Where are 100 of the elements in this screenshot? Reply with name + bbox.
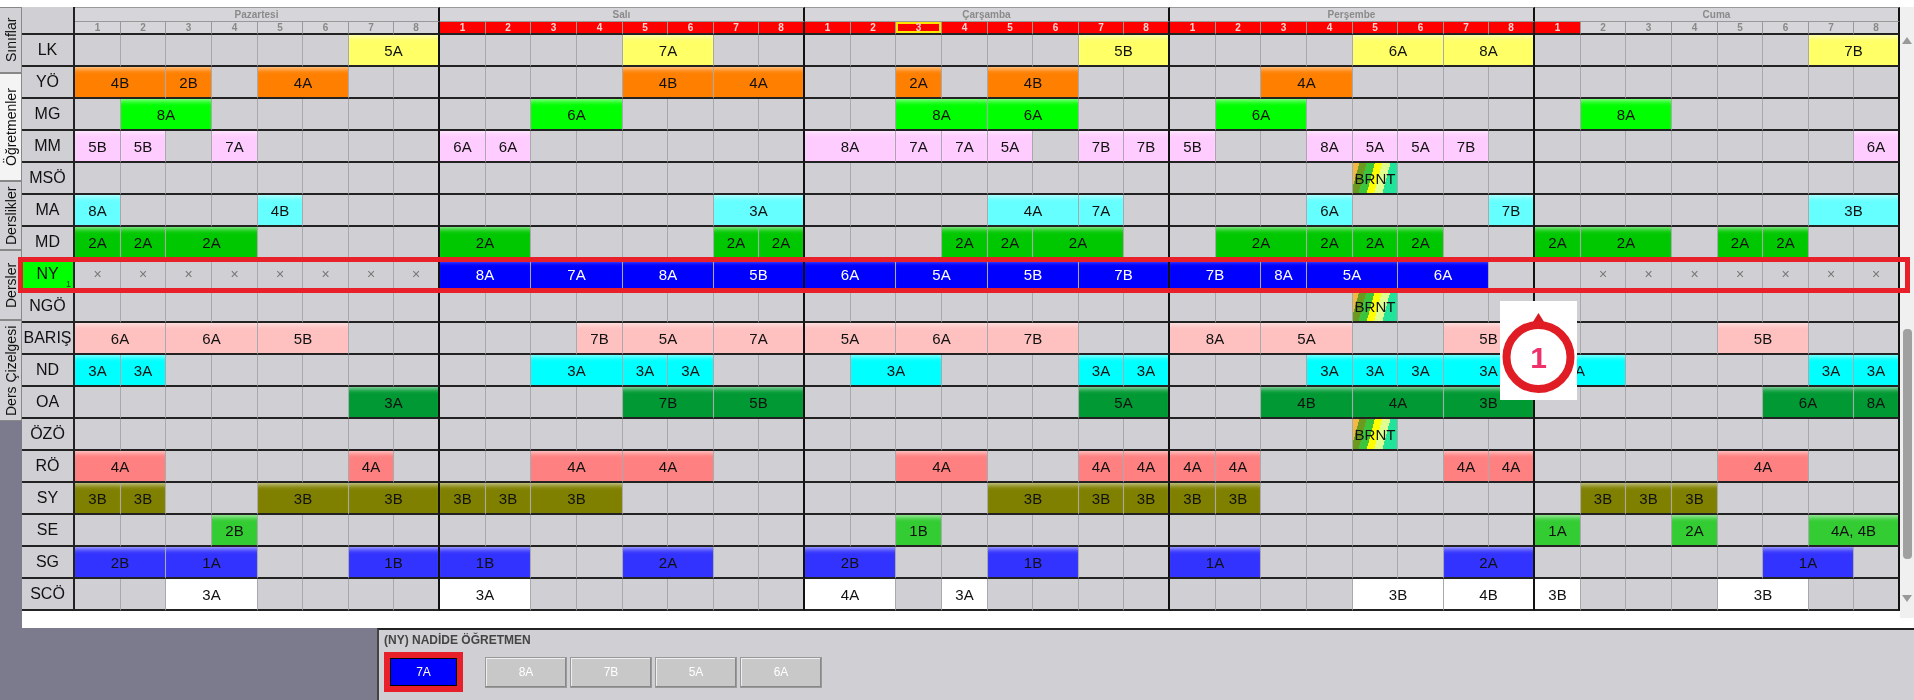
- lesson-block[interactable]: 3B: [1216, 483, 1261, 515]
- row-header[interactable]: ÖZÖ: [22, 419, 75, 451]
- lesson-block[interactable]: 6A: [1854, 131, 1900, 163]
- lesson-block[interactable]: 4A: [1718, 451, 1809, 483]
- lesson-block[interactable]: 4A: [1170, 451, 1216, 483]
- lesson-block[interactable]: 3B: [531, 483, 623, 515]
- lesson-block[interactable]: 4A: [805, 579, 896, 611]
- lesson-block[interactable]: 7A: [1079, 195, 1124, 227]
- lesson-block[interactable]: 6A: [1353, 35, 1444, 67]
- lesson-block[interactable]: 5A: [1353, 131, 1398, 163]
- lesson-block[interactable]: 8A: [896, 99, 988, 131]
- lesson-block[interactable]: 3B: [121, 483, 166, 515]
- lesson-block[interactable]: 2A: [121, 227, 166, 259]
- lesson-block[interactable]: 3A: [668, 355, 714, 387]
- row-header[interactable]: SY: [22, 483, 75, 515]
- class-button[interactable]: 7A: [390, 658, 457, 686]
- lesson-block[interactable]: 3A: [1079, 355, 1124, 387]
- lesson-block[interactable]: 3B: [1353, 579, 1444, 611]
- lesson-block[interactable]: 3B: [486, 483, 531, 515]
- lesson-block[interactable]: 3B: [349, 483, 440, 515]
- lesson-block[interactable]: 5B: [258, 323, 349, 355]
- lesson-block[interactable]: 5A: [1398, 131, 1444, 163]
- lesson-block[interactable]: 7A: [623, 35, 714, 67]
- row-header[interactable]: MSÖ: [22, 163, 75, 195]
- lesson-block[interactable]: 2A: [1535, 227, 1581, 259]
- lesson-block[interactable]: 7B: [623, 387, 714, 419]
- lesson-block[interactable]: 3A: [623, 355, 668, 387]
- lesson-block[interactable]: 6A: [486, 131, 531, 163]
- lesson-block[interactable]: 3B: [1581, 483, 1626, 515]
- lesson-block[interactable]: 6A: [531, 99, 623, 131]
- lesson-block[interactable]: 4A: [1124, 451, 1170, 483]
- lesson-block[interactable]: 7B: [1489, 195, 1535, 227]
- lesson-block[interactable]: 3B: [440, 483, 486, 515]
- lesson-block[interactable]: 2A: [1672, 515, 1718, 547]
- lesson-block[interactable]: 5A: [805, 323, 896, 355]
- lesson-block[interactable]: 5B: [1718, 323, 1809, 355]
- lesson-block[interactable]: 3A: [942, 579, 988, 611]
- lesson-block[interactable]: 1B: [896, 515, 942, 547]
- lesson-block[interactable]: 5A: [988, 131, 1033, 163]
- lesson-block[interactable]: 4A, 4B: [1809, 515, 1900, 547]
- lesson-block[interactable]: 3A: [1809, 355, 1854, 387]
- lesson-block[interactable]: 3B: [1170, 483, 1216, 515]
- row-header[interactable]: RÖ: [22, 451, 75, 483]
- lesson-block[interactable]: 2A: [1763, 227, 1809, 259]
- lesson-block[interactable]: 7A: [714, 323, 805, 355]
- lesson-block[interactable]: 6A: [988, 99, 1079, 131]
- lesson-block[interactable]: 3A: [1398, 355, 1444, 387]
- lesson-block[interactable]: 3A: [851, 355, 942, 387]
- lesson-block[interactable]: 5B: [1170, 131, 1216, 163]
- lesson-block[interactable]: 5B: [714, 387, 805, 419]
- row-header[interactable]: SG: [22, 547, 75, 579]
- lesson-block[interactable]: 4A: [1353, 387, 1444, 419]
- lesson-block[interactable]: 3B: [1718, 579, 1809, 611]
- lesson-block[interactable]: 7A: [212, 131, 258, 163]
- side-tab[interactable]: Sınıflar: [0, 7, 22, 73]
- lesson-block[interactable]: 4A: [714, 67, 805, 99]
- lesson-block[interactable]: 2A: [714, 227, 759, 259]
- lesson-block[interactable]: 3B: [258, 483, 349, 515]
- lesson-block[interactable]: 7B: [577, 323, 623, 355]
- lesson-block[interactable]: 3A: [349, 387, 440, 419]
- lesson-block[interactable]: 7B: [1444, 131, 1489, 163]
- lesson-block[interactable]: 3B: [1079, 483, 1124, 515]
- lesson-block[interactable]: 4B: [75, 67, 166, 99]
- lesson-block[interactable]: 8A: [1581, 99, 1672, 131]
- lesson-block[interactable]: 7B: [988, 323, 1079, 355]
- lesson-block[interactable]: 4A: [896, 451, 988, 483]
- side-tab[interactable]: Dersler: [0, 250, 22, 320]
- lesson-block[interactable]: 6A: [166, 323, 258, 355]
- lesson-block[interactable]: 6A: [440, 131, 486, 163]
- row-header[interactable]: SCÖ: [22, 579, 75, 611]
- lesson-block[interactable]: 7A: [896, 131, 942, 163]
- lesson-block[interactable]: 6A: [1763, 387, 1854, 419]
- row-header[interactable]: LK: [22, 35, 75, 67]
- lesson-block[interactable]: 3B: [1672, 483, 1718, 515]
- lesson-block[interactable]: 3A: [440, 579, 531, 611]
- lesson-block[interactable]: 4A: [1444, 451, 1489, 483]
- row-header[interactable]: OA: [22, 387, 75, 419]
- lesson-block[interactable]: 4B: [623, 67, 714, 99]
- lesson-block[interactable]: 4A: [258, 67, 349, 99]
- lesson-block[interactable]: 3A: [1307, 355, 1353, 387]
- lesson-block[interactable]: 3B: [1626, 483, 1672, 515]
- lesson-block[interactable]: 4A: [623, 451, 714, 483]
- lesson-block[interactable]: 3A: [531, 355, 623, 387]
- lesson-block[interactable]: 5A: [1261, 323, 1353, 355]
- lesson-block[interactable]: 1A: [1535, 515, 1581, 547]
- lesson-block[interactable]: 2A: [1353, 227, 1398, 259]
- lesson-block[interactable]: 8A: [1307, 131, 1353, 163]
- side-tab[interactable]: Derslikler: [0, 181, 22, 250]
- lesson-block[interactable]: 5A: [623, 323, 714, 355]
- lesson-block[interactable]: 2A: [942, 227, 988, 259]
- lesson-block[interactable]: 3A: [121, 355, 166, 387]
- lesson-block[interactable]: 4A: [1489, 451, 1535, 483]
- row-header[interactable]: YÖ: [22, 67, 75, 99]
- lesson-block[interactable]: 4B: [1444, 579, 1535, 611]
- lesson-block[interactable]: 2A: [1216, 227, 1307, 259]
- lesson-block[interactable]: 4A: [988, 195, 1079, 227]
- lesson-block[interactable]: 6A: [1307, 195, 1353, 227]
- lesson-block[interactable]: 4B: [988, 67, 1079, 99]
- lesson-block[interactable]: 3A: [1854, 355, 1900, 387]
- lesson-block[interactable]: 2A: [1581, 227, 1672, 259]
